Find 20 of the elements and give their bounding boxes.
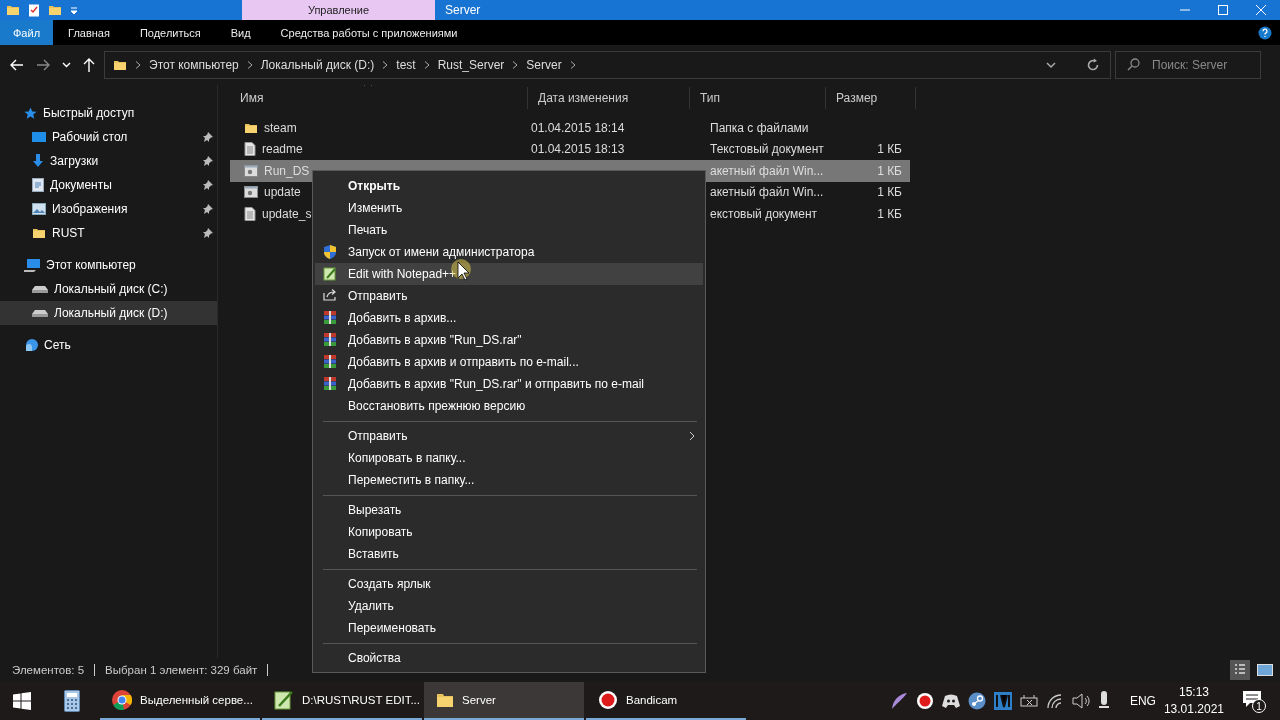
notification-badge: 1 — [1252, 699, 1266, 713]
file-name: readme — [262, 142, 303, 157]
window-title: Server — [445, 3, 482, 17]
file-name: update_s — [262, 206, 312, 221]
file-size: 1 КБ — [877, 163, 902, 178]
selection-info: Выбран 1 элемент: 329 байт — [105, 664, 258, 676]
file-type: Текстовый документ — [710, 142, 824, 157]
file-name: Run_DS — [264, 163, 310, 178]
file-date: 01.04.2015 18:13 — [531, 142, 625, 157]
file-type: Папка с файлами — [710, 120, 809, 135]
file-type: акетный файл Win... — [710, 163, 824, 178]
file-name: steam — [264, 120, 297, 135]
file-size: 1 КБ — [877, 185, 902, 200]
file-size: 1 КБ — [877, 142, 902, 157]
item-count: Элементов: 5 — [12, 664, 85, 676]
file-name: update — [264, 185, 301, 200]
file-date: 01.04.2015 18:14 — [531, 120, 625, 135]
file-type: акетный файл Win... — [710, 185, 824, 200]
file-size: 1 КБ — [877, 206, 902, 221]
file-type: екстовый документ — [710, 206, 818, 221]
